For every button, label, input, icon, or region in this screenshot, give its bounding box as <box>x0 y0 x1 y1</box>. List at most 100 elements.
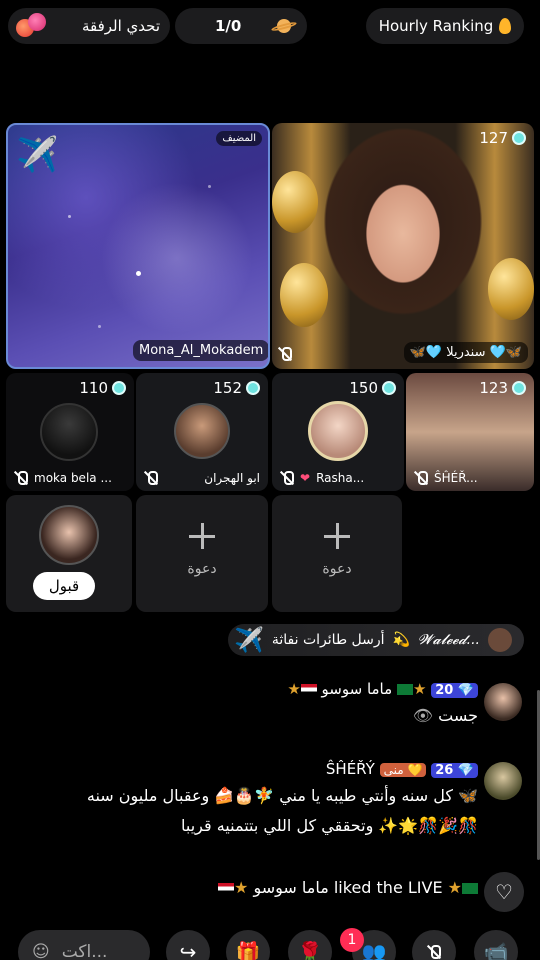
count-text: 123 <box>479 379 508 397</box>
avatar <box>484 683 522 721</box>
saudi-flag-icon <box>462 883 478 894</box>
mic-off-icon <box>278 347 292 361</box>
balloon-decoration <box>272 171 318 233</box>
star-icon: ★ <box>412 680 427 698</box>
egypt-flag-icon <box>218 883 234 894</box>
eye-off-icon: 👁 <box>412 706 434 725</box>
coin-icon <box>512 381 526 395</box>
guest-name: Rasha... <box>316 471 365 485</box>
like-button[interactable]: ♡ <box>484 872 524 912</box>
gift-button[interactable]: 🎁 <box>226 930 270 960</box>
guest-name: moka bela ... <box>34 471 112 485</box>
coin-icon <box>112 381 126 395</box>
chat-username: ŜĤÉŘÝ <box>325 760 375 778</box>
like-text: liked the LIVE <box>333 878 443 897</box>
guest-name: ابو الهجران <box>204 471 260 485</box>
heart-outline-icon: ♡ <box>495 880 513 904</box>
rose-icon: 🌹 <box>297 940 323 960</box>
star-icon: ★ <box>447 878 462 897</box>
notification-badge: 1 <box>340 928 364 952</box>
host-badge: المضيف <box>216 131 262 146</box>
star-decoration <box>68 215 71 218</box>
egypt-flag-icon <box>300 684 317 695</box>
challenge-label: تحدي الرفقة <box>81 17 160 35</box>
chat-body-1: 👁 جست <box>413 706 478 725</box>
gift-text: أرسل طائرات نفاثة <box>271 632 385 648</box>
score-pill[interactable]: 1/0 <box>175 8 307 44</box>
guest-video-tile-main[interactable]: 127 🦋🩵 سندريلا 🩵🦋 <box>272 123 534 369</box>
jet-plane-icon: ✈️ <box>234 626 264 654</box>
guest-tile-1[interactable]: 110 moka bela ... <box>6 373 134 491</box>
emoji-icon: ☺ <box>32 942 50 960</box>
share-button[interactable]: ↪ <box>166 930 210 960</box>
viewer-count: 123 <box>479 379 526 397</box>
chat-text: جست <box>438 706 478 725</box>
chat-text-line2: وتحققي كل اللي بتتمنيه قريبا ✨🌟🎊🎉🎊 <box>181 816 478 835</box>
users-icon: 👥 <box>361 940 387 960</box>
mic-off-icon <box>414 471 428 485</box>
guest-tile-3[interactable]: 150 ❤ Rasha... <box>272 373 404 491</box>
guest-tile-2[interactable]: 152 ابو الهجران <box>136 373 268 491</box>
viewer-count: 127 <box>479 129 526 147</box>
liker-name: ماما سوسو <box>253 878 329 897</box>
mute-button[interactable] <box>412 930 456 960</box>
chat-text-line1: كل سنه وأنتي طيبه يا مني 🧚🎂🍰 وعقبال مليو… <box>86 786 478 805</box>
count-text: 110 <box>79 379 108 397</box>
comment-input[interactable]: ☺ اكت... <box>18 930 150 960</box>
star-icon: ★ <box>234 878 249 897</box>
mic-off-icon <box>14 471 28 485</box>
balloon-decoration <box>280 263 328 327</box>
hourly-ranking-button[interactable]: Hourly Ranking <box>366 8 524 44</box>
planet-icon <box>270 17 298 35</box>
viewer-count: 110 <box>79 379 126 397</box>
invite-slot[interactable]: دعوة <box>272 495 402 612</box>
level-badge: 26 💎 <box>431 763 478 778</box>
camera-button[interactable]: 📹 <box>474 930 518 960</box>
gift-sender: 𝓦𝓪𝓵𝓮𝓮𝓭... <box>417 632 480 648</box>
avatar <box>308 401 368 461</box>
heart-icon: ❤ <box>300 471 311 485</box>
viewer-count: 152 <box>213 379 260 397</box>
hearts-icon <box>14 13 48 39</box>
avatar <box>484 762 522 800</box>
plus-icon <box>189 523 215 549</box>
star-decoration <box>98 325 101 328</box>
ranking-label: Hourly Ranking <box>378 17 494 35</box>
coin-icon <box>246 381 260 395</box>
jet-plane-icon: ✈️ <box>16 135 59 175</box>
chat-header-2: ŜĤÉŘÝ منى 💛 26 💎 <box>326 760 478 778</box>
fan-chip: منى 💛 <box>379 763 427 777</box>
host-video-tile[interactable]: ✈️ المضيف Mona_Al_Mokadem <box>6 123 270 369</box>
mic-off-icon <box>427 945 441 959</box>
like-notice: ★ ماما سوسو liked the LIVE ★ <box>218 878 478 897</box>
guest-tile-4[interactable]: 123 ŜĤÉŘ... <box>406 373 534 491</box>
accept-button[interactable]: قبول <box>33 572 95 600</box>
level-badge: 20 💎 <box>431 683 478 698</box>
invite-slot[interactable]: دعوة <box>136 495 268 612</box>
guest-name: 🦋🩵 سندريلا 🩵🦋 <box>403 342 528 363</box>
companion-challenge-pill[interactable]: تحدي الرفقة <box>8 8 170 44</box>
input-placeholder: اكت... <box>61 942 108 960</box>
invite-label: دعوة <box>322 561 352 577</box>
coin-icon <box>382 381 396 395</box>
fire-icon <box>499 18 512 34</box>
count-text: 150 <box>349 379 378 397</box>
avatar <box>40 403 98 461</box>
gift-icon: 🎁 <box>235 940 261 960</box>
star-decoration <box>136 271 141 276</box>
avatar <box>487 628 512 652</box>
rose-button[interactable]: 🌹 <box>288 930 332 960</box>
star-decoration <box>208 185 211 188</box>
camera-icon: 📹 <box>483 940 509 960</box>
avatar <box>39 505 99 565</box>
guest-name: ŜĤÉŘ... <box>434 471 478 485</box>
mic-off-icon <box>144 471 158 485</box>
coin-icon <box>512 131 526 145</box>
spark-icon: 💫 <box>392 632 410 648</box>
invite-label: دعوة <box>187 561 217 577</box>
score-text: 1/0 <box>215 17 242 35</box>
balloon-decoration <box>488 258 534 320</box>
star-icon: ★ <box>287 680 301 698</box>
viewer-count: 150 <box>349 379 396 397</box>
share-icon: ↪ <box>179 940 197 960</box>
